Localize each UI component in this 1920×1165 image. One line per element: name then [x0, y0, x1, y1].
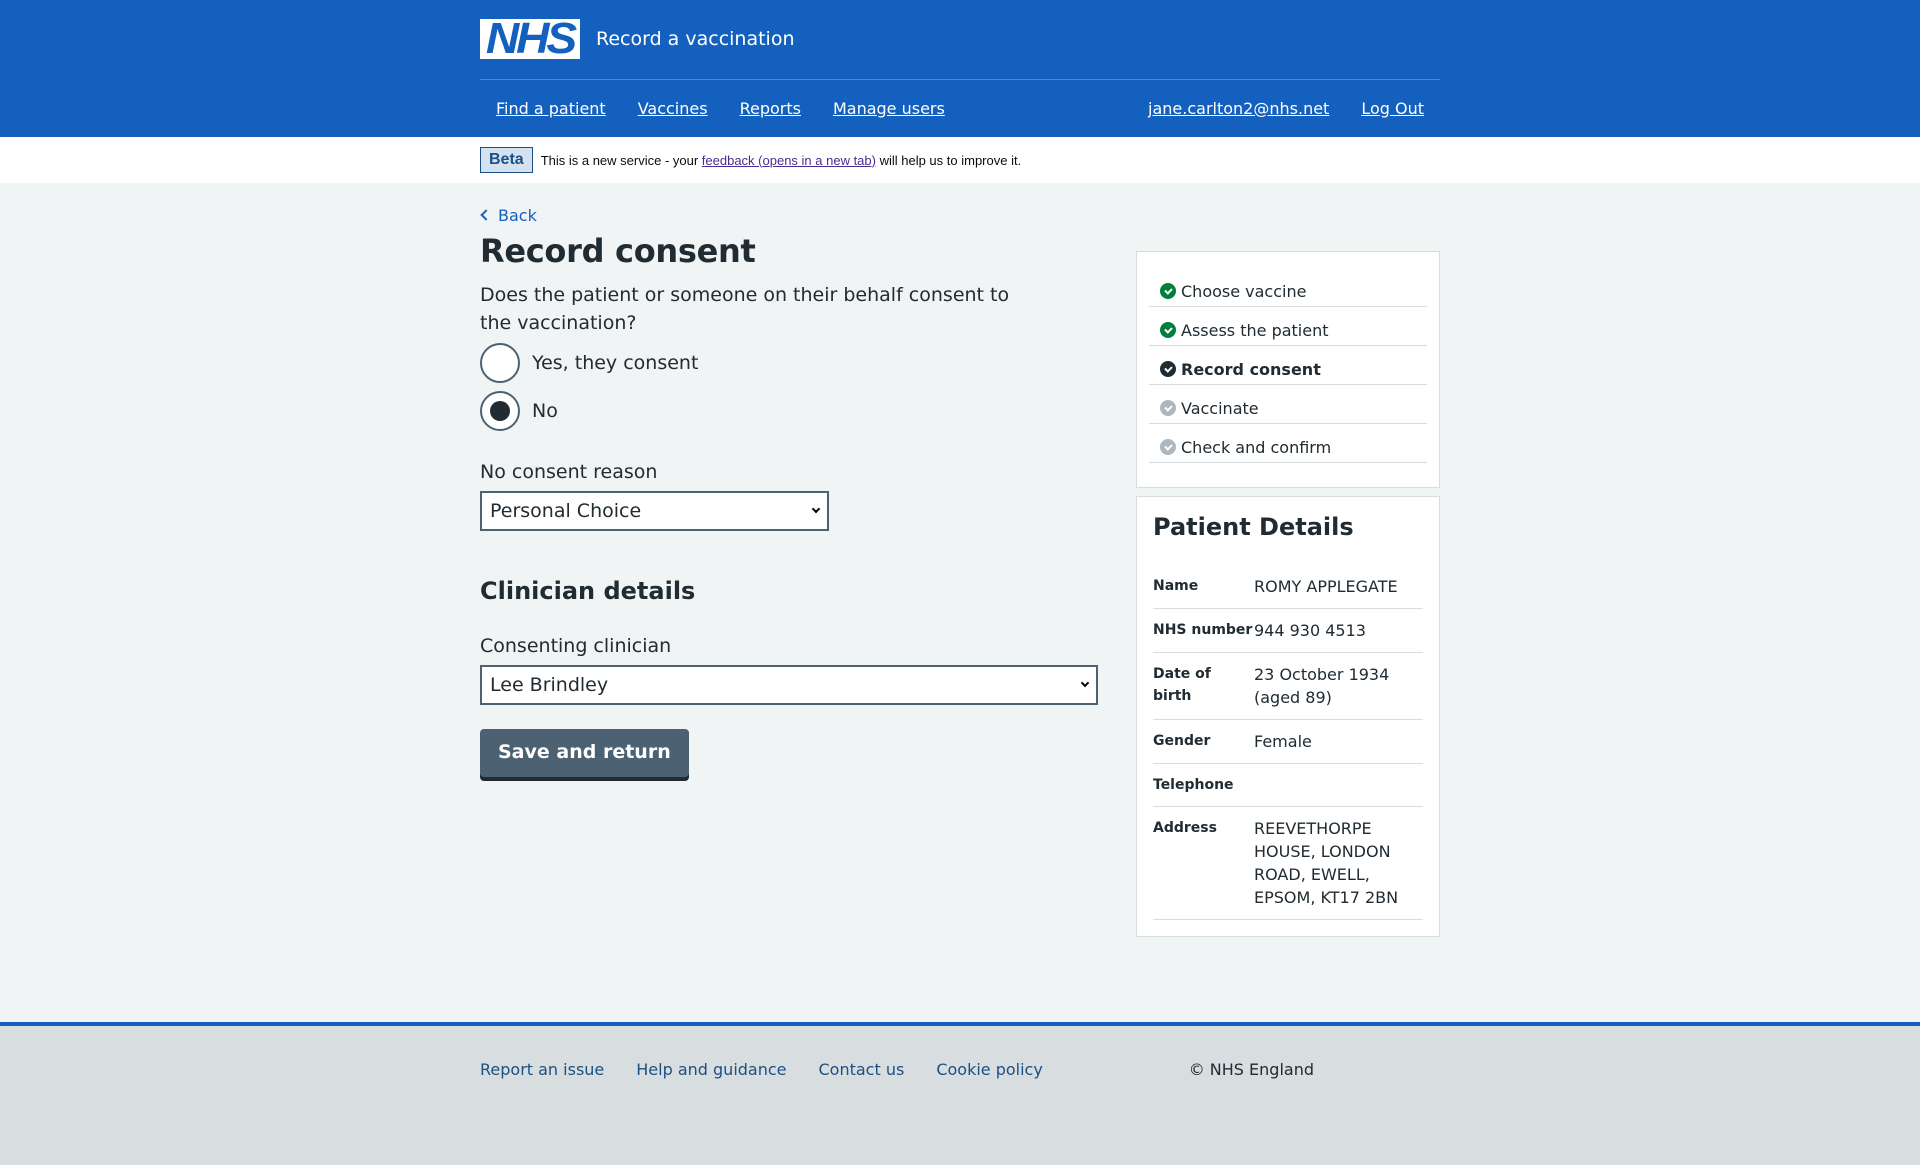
detail-value: Female: [1254, 732, 1312, 751]
chevron-down-icon: [1080, 678, 1090, 688]
site-header: NHS Record a vaccination Find a patient …: [0, 0, 1920, 137]
footer-report-an-issue[interactable]: Report an issue: [480, 1060, 604, 1079]
detail-key: NHS number: [1153, 622, 1253, 638]
detail-row-address: Address REEVETHORPE HOUSE, LONDON ROAD, E…: [1153, 807, 1423, 920]
check-circle-icon: [1160, 361, 1176, 377]
main-content: Back Record consent Does the patient or …: [480, 183, 1440, 937]
detail-key: Address: [1153, 820, 1217, 836]
detail-value: REEVETHORPE HOUSE, LONDON ROAD, EWELL, E…: [1254, 819, 1399, 907]
nav-manage-users[interactable]: Manage users: [833, 99, 945, 118]
chevron-left-icon: [480, 209, 492, 221]
step-record-consent: Record consent: [1149, 346, 1427, 385]
save-and-return-button[interactable]: Save and return: [480, 729, 689, 777]
step-assess-the-patient[interactable]: Assess the patient: [1149, 307, 1427, 346]
patient-details-list: Name ROMY APPLEGATE NHS number 944 930 451…: [1153, 565, 1423, 920]
beta-text: This is a new service - your feedback (o…: [541, 153, 1022, 168]
service-name[interactable]: Record a vaccination: [596, 28, 795, 50]
detail-key: Date of birth: [1153, 666, 1211, 704]
step-choose-vaccine[interactable]: Choose vaccine: [1149, 268, 1427, 307]
nhs-logo[interactable]: NHS: [480, 13, 580, 63]
beta-text-before: This is a new service - your: [540, 152, 702, 168]
chevron-down-icon: [811, 504, 821, 514]
back-link[interactable]: Back: [480, 203, 537, 227]
detail-value: 23 October 1934 (aged 89): [1254, 665, 1390, 707]
detail-key: Gender: [1153, 733, 1211, 749]
step-vaccinate: Vaccinate: [1149, 385, 1427, 424]
step-label: Check and confirm: [1181, 437, 1332, 457]
user-email-link[interactable]: jane.carlton2@nhs.net: [1148, 99, 1329, 118]
radio-label: Yes, they consent: [532, 352, 699, 374]
consent-form: Record consent Does the patient or someo…: [480, 227, 1098, 937]
beta-banner: Beta This is a new service - your feedba…: [0, 137, 1920, 183]
check-circle-icon: [1160, 322, 1176, 338]
task-steps: Choose vaccine Assess the patient Record…: [1136, 251, 1440, 488]
detail-row-gender: Gender Female: [1153, 720, 1423, 764]
copyright: © NHS England: [1188, 1060, 1314, 1079]
check-circle-icon: [1160, 400, 1176, 416]
detail-row-nhs-number: NHS number 944 930 4513: [1153, 609, 1423, 653]
step-label: Choose vaccine: [1181, 281, 1307, 301]
radio-circle[interactable]: [480, 391, 520, 431]
detail-value: 944 930 4513: [1254, 621, 1366, 640]
consenting-clinician-select[interactable]: Lee Brindley: [480, 665, 1098, 705]
check-circle-icon: [1160, 439, 1176, 455]
radio-yes-consent[interactable]: Yes, they consent: [480, 341, 1098, 385]
back-label: Back: [498, 205, 537, 225]
radio-selected-dot: [490, 401, 510, 421]
step-check-and-confirm: Check and confirm: [1149, 424, 1427, 463]
patient-details-title: Patient Details: [1153, 513, 1354, 541]
detail-key: Name: [1153, 578, 1199, 594]
radio-circle[interactable]: [480, 343, 520, 383]
step-label: Assess the patient: [1181, 320, 1329, 340]
beta-text-after: will help us to improve it.: [875, 152, 1022, 168]
account-nav: jane.carlton2@nhs.net Log Out: [1116, 99, 1424, 118]
nav-reports[interactable]: Reports: [740, 99, 801, 118]
no-consent-reason-select[interactable]: Personal Choice: [480, 491, 829, 531]
patient-details-card: Patient Details Name ROMY APPLEGATE NHS n…: [1136, 496, 1440, 937]
nav-find-a-patient[interactable]: Find a patient: [496, 99, 606, 118]
nhs-logo-text: NHS: [485, 13, 577, 63]
consent-question: Does the patient or someone on their beh…: [480, 284, 1010, 334]
selected-value: Personal Choice: [490, 500, 642, 522]
page-title: Record consent: [480, 232, 756, 270]
footer-contact-us[interactable]: Contact us: [819, 1060, 905, 1079]
detail-row-name: Name ROMY APPLEGATE: [1153, 565, 1423, 609]
step-label: Record consent: [1181, 359, 1321, 379]
detail-row-date-of-birth: Date of birth 23 October 1934 (aged 89): [1153, 653, 1423, 720]
consenting-clinician-label: Consenting clinician: [480, 635, 672, 657]
logout-link[interactable]: Log Out: [1361, 99, 1424, 118]
detail-key: Telephone: [1153, 777, 1234, 793]
check-circle-icon: [1160, 283, 1176, 299]
selected-value: Lee Brindley: [490, 674, 609, 696]
radio-label: No: [532, 400, 558, 422]
beta-tag: Beta: [480, 147, 533, 173]
header-top: NHS Record a vaccination: [480, 0, 1440, 80]
radio-no-consent[interactable]: No: [480, 389, 1098, 433]
no-consent-reason-label: No consent reason: [480, 461, 658, 483]
nav-vaccines[interactable]: Vaccines: [638, 99, 708, 118]
feedback-link[interactable]: feedback (opens in a new tab): [702, 153, 876, 168]
detail-value: ROMY APPLEGATE: [1254, 577, 1398, 596]
sidebar: Choose vaccine Assess the patient Record…: [1136, 251, 1440, 937]
step-label: Vaccinate: [1181, 398, 1259, 418]
site-footer: Report an issue Help and guidance Contac…: [0, 1022, 1920, 1165]
detail-row-telephone: Telephone: [1153, 764, 1423, 807]
detail-value: [1254, 774, 1423, 796]
footer-cookie-policy[interactable]: Cookie policy: [936, 1060, 1043, 1079]
primary-nav: Find a patient Vaccines Reports Manage u…: [480, 80, 1440, 136]
footer-help-and-guidance[interactable]: Help and guidance: [636, 1060, 786, 1079]
clinician-details-heading: Clinician details: [480, 577, 696, 605]
